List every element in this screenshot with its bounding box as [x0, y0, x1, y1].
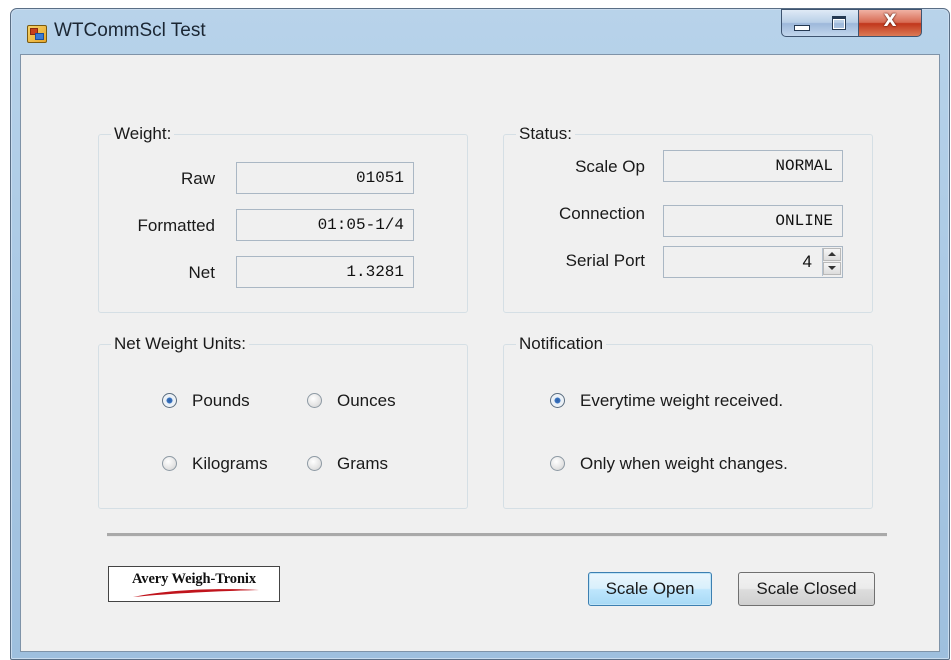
notification-group: Notification Everytime weight received. …	[503, 334, 873, 509]
net-weight-units-group: Net Weight Units: Pounds Ounces Kilogram…	[98, 334, 468, 509]
maximize-button[interactable]	[820, 9, 859, 37]
close-button[interactable]: X	[859, 9, 922, 37]
radio-button[interactable]	[550, 456, 565, 471]
radio-only-when-changes-label[interactable]: Only when weight changes.	[580, 454, 788, 474]
weight-group-label: Weight:	[111, 124, 175, 144]
radio-button[interactable]	[162, 456, 177, 471]
weight-group: Weight: Raw 01051 Formatted 01:05-1/4 Ne…	[98, 124, 468, 313]
serial-port-spin-buttons	[822, 248, 841, 276]
minimize-button[interactable]	[781, 9, 821, 37]
scale-op-field[interactable]: NORMAL	[663, 150, 843, 182]
radio-button[interactable]	[307, 393, 322, 408]
radio-button[interactable]	[307, 456, 322, 471]
radio-ounces-label[interactable]: Ounces	[337, 391, 396, 411]
formatted-value-field[interactable]: 01:05-1/4	[236, 209, 414, 241]
connection-label: Connection	[558, 204, 645, 223]
close-icon: X	[883, 11, 897, 31]
client-area: Weight: Raw 01051 Formatted 01:05-1/4 Ne…	[20, 54, 940, 652]
logo-text: Avery Weigh-Tronix	[132, 571, 256, 587]
radio-grams-label[interactable]: Grams	[337, 454, 388, 474]
app-form-icon[interactable]	[27, 25, 47, 43]
maximize-icon	[832, 16, 846, 30]
status-group: Status: Scale Op NORMAL Connection ONLIN…	[503, 124, 873, 313]
logo-swoosh-icon	[133, 589, 259, 597]
scale-closed-button[interactable]: Scale Closed	[738, 572, 875, 606]
status-group-label: Status:	[516, 124, 575, 144]
window-title: WTCommScl Test	[54, 20, 206, 41]
spin-down-arrow-icon[interactable]	[823, 262, 841, 275]
radio-kilograms-label[interactable]: Kilograms	[192, 454, 268, 474]
radio-pounds-label[interactable]: Pounds	[192, 391, 250, 411]
title-bar[interactable]: WTCommScl Test X	[11, 9, 949, 54]
radio-button-selected[interactable]	[162, 393, 177, 408]
net-value-field[interactable]: 1.3281	[236, 256, 414, 288]
net-label: Net	[188, 263, 215, 282]
formatted-label: Formatted	[137, 216, 215, 235]
scale-op-label: Scale Op	[575, 157, 645, 176]
radio-button-selected[interactable]	[550, 393, 565, 408]
serial-port-value[interactable]: 4	[803, 252, 812, 271]
raw-label: Raw	[180, 169, 215, 188]
connection-field[interactable]: ONLINE	[663, 205, 843, 237]
net-weight-units-label: Net Weight Units:	[111, 334, 249, 354]
app-window: WTCommScl Test X Weight: Raw 01051 Forma…	[10, 8, 950, 660]
minimize-icon	[794, 25, 810, 31]
serial-port-spinner[interactable]: 4	[663, 246, 843, 278]
radio-everytime-label[interactable]: Everytime weight received.	[580, 391, 783, 411]
spin-up-arrow-icon[interactable]	[823, 248, 841, 261]
serial-port-label: Serial Port	[565, 251, 645, 270]
scale-open-button[interactable]: Scale Open	[588, 572, 712, 606]
notification-label: Notification	[516, 334, 607, 354]
avery-weigh-tronix-logo: Avery Weigh-Tronix	[108, 566, 280, 602]
raw-value-field[interactable]: 01051	[236, 162, 414, 194]
horizontal-divider	[107, 533, 887, 537]
